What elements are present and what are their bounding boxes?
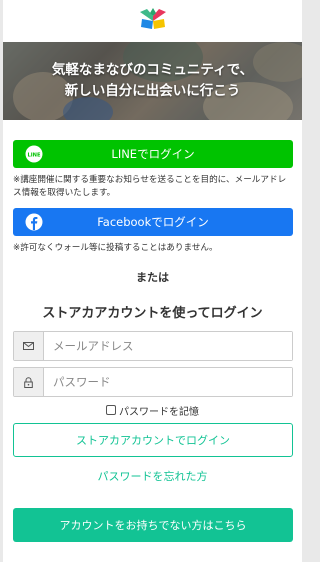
line-login-label: LINEでログイン (111, 147, 195, 161)
store-login-title: ストアカアカウントを使ってログイン (42, 306, 263, 321)
store-login-button[interactable]: ストアカアカウントでログイン (13, 423, 293, 457)
email-input[interactable] (44, 332, 292, 360)
line-login-note: ※講座開催に関する重要なお知らせを送ることを目的に、メールアドレス情報を取得いた… (13, 175, 287, 198)
hero-copy: 気軽なまなびのコミュニティで、 新しい自分に出会いに行こう (3, 42, 302, 120)
hero-banner: 気軽なまなびのコミュニティで、 新しい自分に出会いに行こう (3, 42, 302, 120)
facebook-login-button[interactable]: Facebookでログイン (13, 208, 293, 236)
hero-line-2: 新しい自分に出会いに行こう (64, 83, 241, 99)
facebook-login-note: ※許可なくウォール等に投稿することはありません。 (13, 243, 218, 253)
hero-line-1: 気軽なまなびのコミュニティで、 (51, 62, 254, 78)
header-logo-bar (3, 0, 302, 42)
password-field[interactable] (13, 367, 293, 397)
envelope-icon (14, 332, 44, 360)
login-content: LINE LINEでログイン ※講座開催に関する重要なお知らせを送ることを目的に… (3, 120, 302, 542)
store-login-button-label: ストアカアカウントでログイン (76, 434, 230, 447)
or-divider: または (136, 271, 169, 284)
forgot-password-link[interactable]: パスワードを忘れた方 (13, 468, 292, 484)
remember-checkbox[interactable] (106, 405, 116, 415)
lock-icon (14, 368, 44, 396)
line-login-button[interactable]: LINE LINEでログイン (13, 140, 293, 168)
facebook-icon (25, 213, 43, 231)
remember-label: パスワードを記憶 (119, 406, 199, 418)
login-page: 気軽なまなびのコミュニティで、 新しい自分に出会いに行こう LINE LINEで… (3, 0, 302, 562)
password-input[interactable] (44, 368, 292, 396)
svg-text:LINE: LINE (27, 152, 41, 158)
signup-button-label: アカウントをお持ちでない方はこちら (59, 519, 247, 532)
signup-button[interactable]: アカウントをお持ちでない方はこちら (13, 508, 293, 542)
remember-password[interactable]: パスワードを記憶 (13, 403, 292, 418)
email-field[interactable] (13, 331, 293, 361)
facebook-login-label: Facebookでログイン (97, 215, 209, 229)
leaf-logo-icon[interactable] (135, 7, 171, 35)
line-icon: LINE (25, 145, 43, 163)
